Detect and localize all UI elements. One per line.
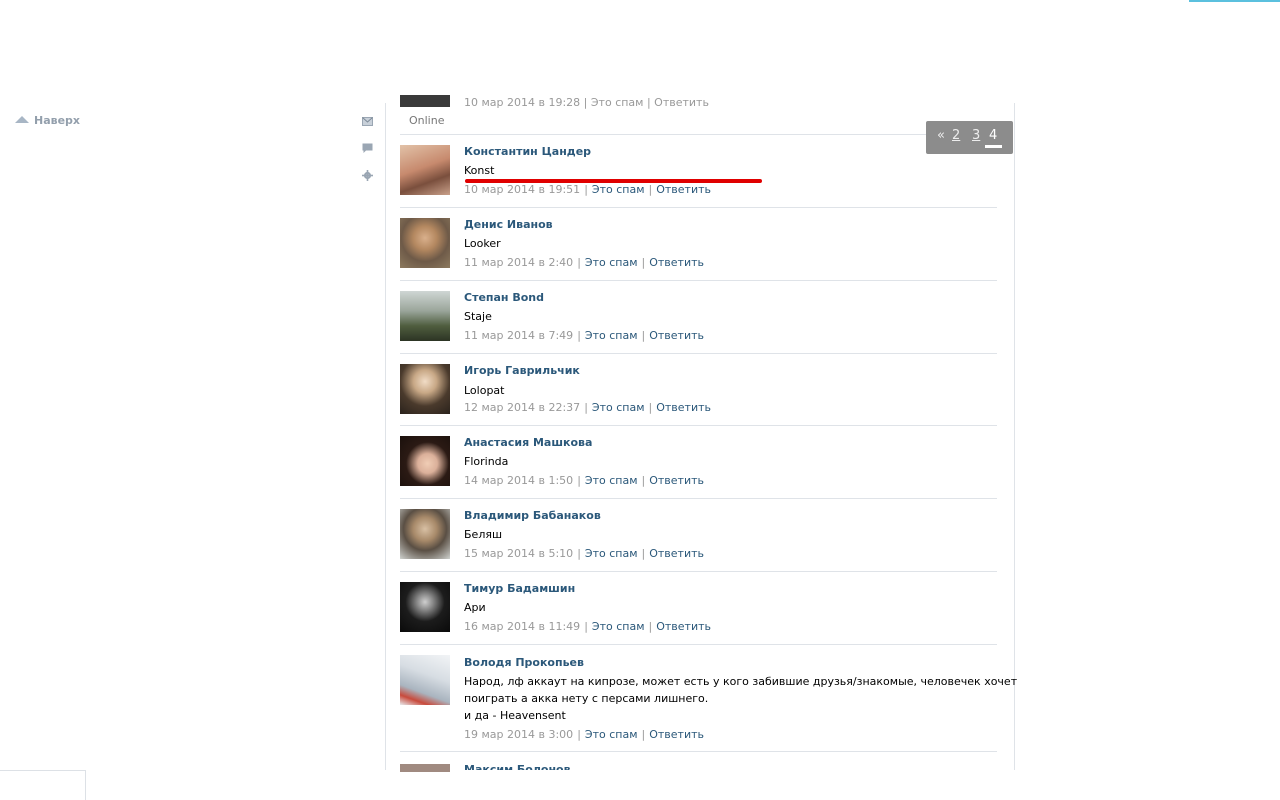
comment-text: Florinda xyxy=(464,455,509,468)
top-progress-line xyxy=(1189,0,1280,2)
reply-link[interactable]: Ответить xyxy=(649,329,704,342)
comment-date[interactable]: 12 мар 2014 в 22:37 xyxy=(464,401,580,414)
comment-item: Степан Bond Staje 11 мар 2014 в 7:49 | Это… xyxy=(400,280,997,353)
pager-page-2[interactable]: 2 xyxy=(952,128,960,143)
comment-item: Владимир Бабанаков Беляш 15 мар 2014 в 5… xyxy=(400,498,997,571)
comment-item: Анастасия Машкова Florinda 14 мар 2014 в… xyxy=(400,425,997,498)
comment-meta: 10 мар 2014 в 19:51 | Это спам | Ответить xyxy=(464,183,711,196)
comment-date[interactable]: 11 мар 2014 в 2:40 xyxy=(464,256,573,269)
comment-meta: 16 мар 2014 в 11:49 | Это спам | Ответить xyxy=(464,620,711,633)
comment-date[interactable]: 10 мар 2014 в 19:51 xyxy=(464,183,580,196)
comment-item: Володя Прокопьев Народ, лф аккаут на кип… xyxy=(400,644,1017,751)
comment-item: Игорь Гаврильчик Lolopat 12 мар 2014 в 2… xyxy=(400,353,997,425)
avatar[interactable] xyxy=(400,436,450,486)
to-top-link[interactable]: Наверх xyxy=(15,114,80,127)
partial-comment-bottom: Максим Болонов xyxy=(400,751,997,772)
author-name[interactable]: Игорь Гаврильчик xyxy=(464,364,580,377)
avatar[interactable] xyxy=(400,364,450,414)
author-name[interactable]: Тимур Бадамшин xyxy=(464,582,575,595)
comment-text: Staje xyxy=(464,310,492,323)
comment-text: Looker xyxy=(464,237,501,250)
avatar[interactable] xyxy=(400,582,450,632)
comment-text: Народ, лф аккаут на кипрозе, может есть … xyxy=(464,675,1018,688)
spam-link[interactable]: Это спам xyxy=(585,474,638,487)
comment-date[interactable]: 15 мар 2014 в 5:10 xyxy=(464,547,573,560)
pager-page-3[interactable]: 3 xyxy=(972,128,980,143)
reply-link[interactable]: Ответить xyxy=(656,183,711,196)
comment-item: Константин Цандер Konst 10 мар 2014 в 19… xyxy=(400,134,997,207)
spam-link[interactable]: Это спам xyxy=(585,728,638,741)
reply-link[interactable]: Ответить xyxy=(656,620,711,633)
comment-text: и да - Heavensent xyxy=(464,709,566,722)
comment-meta: 11 мар 2014 в 7:49 | Это спам | Ответить xyxy=(464,329,704,342)
author-name[interactable]: Максим Болонов xyxy=(464,763,571,770)
reply-link[interactable]: Ответить xyxy=(649,474,704,487)
avatar[interactable] xyxy=(400,655,450,705)
comment-text: поиграть а акка нету с персами лишнего. xyxy=(464,692,709,705)
avatar[interactable] xyxy=(400,145,450,195)
avatar[interactable] xyxy=(400,764,450,772)
pager-prev[interactable]: « xyxy=(937,128,945,143)
bottom-left-box xyxy=(0,770,86,800)
comment-meta: 11 мар 2014 в 2:40 | Это спам | Ответить xyxy=(464,256,704,269)
author-name[interactable]: Владимир Бабанаков xyxy=(464,509,601,522)
comment-text: Lolopat xyxy=(464,384,505,397)
to-top-label: Наверх xyxy=(34,114,81,127)
red-underline-mark xyxy=(465,179,762,183)
avatar[interactable] xyxy=(400,218,450,268)
reply-link[interactable]: Ответить xyxy=(649,728,704,741)
comment-meta: 14 мар 2014 в 1:50 | Это спам | Ответить xyxy=(464,474,704,487)
spam-link[interactable]: Это спам xyxy=(585,329,638,342)
reply-link[interactable]: Ответить xyxy=(656,401,711,414)
spam-link[interactable]: Это спам xyxy=(592,620,645,633)
comment-date[interactable]: 19 мар 2014 в 3:00 xyxy=(464,728,573,741)
pagination: « 2 3 4 xyxy=(926,121,1013,154)
comment-item: Тимур Бадамшин Ари 16 мар 2014 в 11:49 | Э… xyxy=(400,571,997,644)
author-name[interactable]: Константин Цандер xyxy=(464,145,591,158)
author-name[interactable]: Анастасия Машкова xyxy=(464,436,592,449)
comment-date[interactable]: 14 мар 2014 в 1:50 xyxy=(464,474,573,487)
author-name[interactable]: Володя Прокопьев xyxy=(464,656,584,669)
comment-meta: 15 мар 2014 в 5:10 | Это спам | Ответить xyxy=(464,547,704,560)
author-name[interactable]: Степан Bond xyxy=(464,291,544,304)
current-page-indicator xyxy=(985,145,1002,148)
online-status: Online xyxy=(409,114,445,127)
avatar[interactable] xyxy=(400,291,450,341)
comment-text: Konst xyxy=(464,164,495,177)
gear-icon[interactable] xyxy=(362,170,373,181)
spam-link[interactable]: Это спам xyxy=(592,183,645,196)
spam-link[interactable]: Это спам xyxy=(592,401,645,414)
comment-meta: 19 мар 2014 в 3:00 | Это спам | Ответить xyxy=(464,728,704,741)
arrow-up-icon xyxy=(15,116,29,123)
author-name[interactable]: Денис Иванов xyxy=(464,218,553,231)
pager-page-4-current: 4 xyxy=(989,128,998,143)
comment-item: Денис Иванов Looker 11 мар 2014 в 2:40 | Э… xyxy=(400,207,997,280)
reply-link[interactable]: Ответить xyxy=(649,547,704,560)
comment-text: Беляш xyxy=(464,528,503,541)
mail-icon[interactable] xyxy=(362,116,373,127)
spam-link[interactable]: Это спам xyxy=(585,547,638,560)
spam-link[interactable]: Это спам xyxy=(585,256,638,269)
avatar[interactable] xyxy=(400,509,450,559)
avatar[interactable] xyxy=(400,95,450,107)
comment-date[interactable]: 16 мар 2014 в 11:49 xyxy=(464,620,580,633)
comment-text: Ари xyxy=(464,601,486,614)
comment-meta: 12 мар 2014 в 22:37 | Это спам | Ответить xyxy=(464,401,711,414)
reply-link[interactable]: Ответить xyxy=(649,256,704,269)
comment-meta: 10 мар 2014 в 19:28 | Это спам | Ответит… xyxy=(464,96,709,109)
chat-bubble-icon[interactable] xyxy=(362,143,373,154)
comment-date[interactable]: 11 мар 2014 в 7:49 xyxy=(464,329,573,342)
